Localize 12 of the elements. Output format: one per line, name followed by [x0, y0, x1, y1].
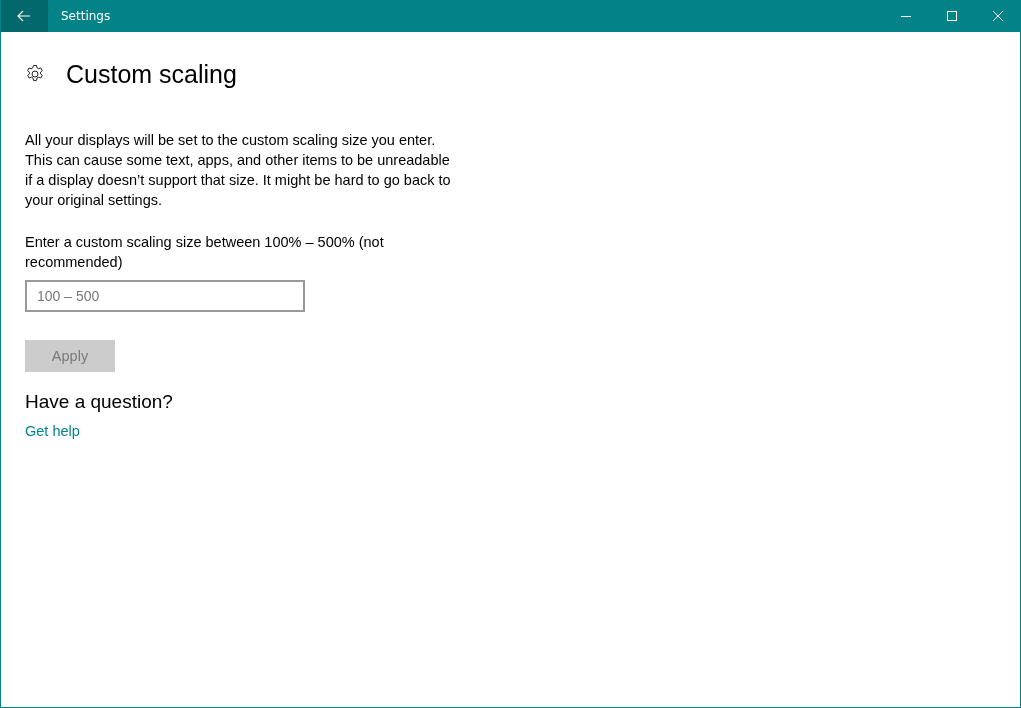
scaling-input-field[interactable]: 100 – 500 — [25, 280, 305, 312]
maximize-icon — [947, 11, 957, 21]
close-icon — [993, 11, 1003, 21]
window-title: Settings — [61, 9, 112, 23]
page-title: Custom scaling — [66, 59, 237, 89]
help-heading: Have a question? — [25, 391, 173, 413]
settings-icon — [25, 64, 45, 84]
get-help-link[interactable]: Get help — [25, 423, 80, 439]
back-button[interactable] — [1, 0, 48, 32]
field-label: Enter a custom scaling size between 100% – 500% (not recommended) — [25, 233, 385, 272]
back-arrow-icon — [17, 10, 31, 22]
description-text: All your displays will be set to the custom scaling size you enter. This can cause some text, apps, and other items to be unreadable if a display doesn’t support that size. It might be hard to go back to your original settings. — [25, 131, 452, 210]
